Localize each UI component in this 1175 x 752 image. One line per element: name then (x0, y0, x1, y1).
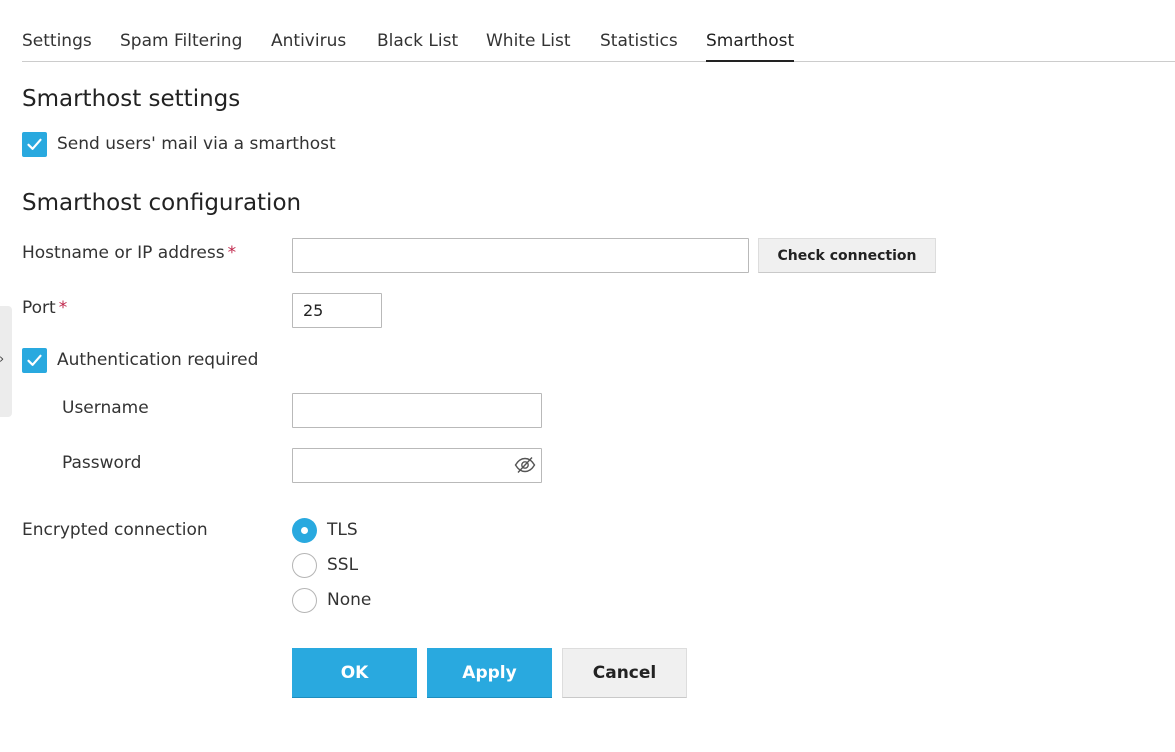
hostname-label: Hostname or IP address * (22, 243, 236, 263)
encrypted-connection-label: Encrypted connection (22, 520, 208, 540)
tab-settings[interactable]: Settings (22, 31, 92, 51)
port-input[interactable] (292, 293, 382, 328)
apply-button[interactable]: Apply (427, 648, 552, 698)
required-mark: * (227, 243, 237, 263)
hostname-label-text: Hostname or IP address (22, 243, 225, 263)
tab-spam-filtering[interactable]: Spam Filtering (120, 31, 242, 51)
password-input[interactable] (292, 448, 542, 483)
authentication-required-checkbox[interactable] (22, 348, 47, 373)
tab-black-list[interactable]: Black List (377, 31, 458, 51)
tab-white-list[interactable]: White List (486, 31, 571, 51)
port-label-text: Port (22, 298, 56, 318)
radio-tls[interactable] (292, 518, 317, 543)
tab-statistics[interactable]: Statistics (600, 31, 678, 51)
smarthost-configuration-heading: Smarthost configuration (22, 190, 302, 216)
radio-ssl[interactable] (292, 553, 317, 578)
username-input[interactable] (292, 393, 542, 428)
side-panel-handle[interactable]: › (0, 306, 12, 417)
checkmark-icon (27, 138, 42, 150)
password-label: Password (62, 453, 142, 473)
authentication-required-label: Authentication required (57, 350, 259, 370)
radio-none[interactable] (292, 588, 317, 613)
eye-slash-icon[interactable] (514, 456, 536, 474)
radio-ssl-label: SSL (327, 555, 359, 575)
check-connection-button[interactable]: Check connection (758, 238, 936, 273)
username-label: Username (62, 398, 149, 418)
ok-button[interactable]: OK (292, 648, 417, 698)
checkmark-icon (27, 354, 42, 366)
chevron-right-icon: › (0, 352, 4, 367)
tab-antivirus[interactable]: Antivirus (271, 31, 346, 51)
radio-tls-label: TLS (327, 520, 358, 540)
send-via-smarthost-label: Send users' mail via a smarthost (57, 134, 336, 154)
send-via-smarthost-checkbox[interactable] (22, 132, 47, 157)
hostname-input[interactable] (292, 238, 749, 273)
radio-none-label: None (327, 590, 372, 610)
port-label: Port * (22, 298, 67, 318)
smarthost-settings-heading: Smarthost settings (22, 86, 241, 112)
tab-smarthost[interactable]: Smarthost (706, 31, 795, 62)
tab-bar: Settings Spam Filtering Antivirus Black … (22, 0, 1175, 62)
required-mark: * (58, 298, 68, 318)
cancel-button[interactable]: Cancel (562, 648, 687, 698)
